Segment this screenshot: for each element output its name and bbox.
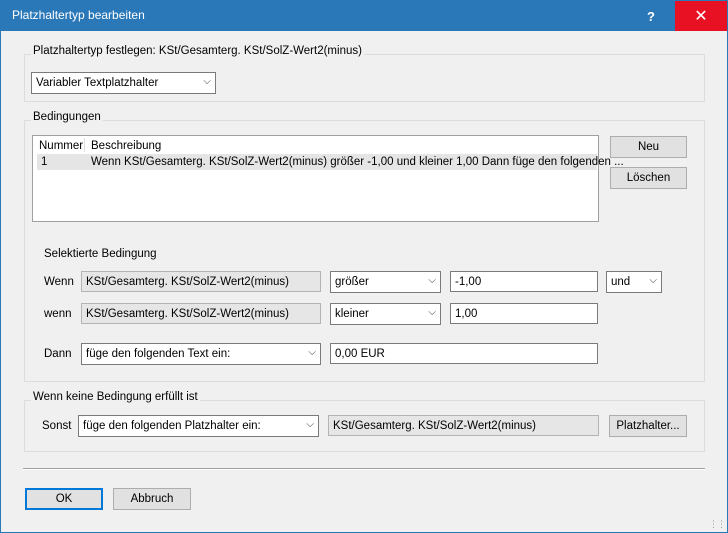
row-beschreibung: Wenn KSt/Gesamterg. KSt/SolZ-Wert2(minus… — [91, 156, 624, 168]
chevron-down-icon: ⌵ — [308, 347, 316, 358]
column-header-beschreibung[interactable]: Beschreibung — [91, 140, 161, 152]
placeholder-type-value: Variabler Textplatzhalter — [36, 77, 159, 89]
help-icon: ? — [647, 8, 655, 24]
cancel-button[interactable]: Abbruch — [113, 488, 191, 510]
wenn-label: Wenn — [44, 276, 74, 288]
wenn-field-input[interactable]: KSt/Gesamterg. KSt/SolZ-Wert2(minus) — [81, 271, 321, 292]
dann-label: Dann — [44, 348, 72, 360]
else-group-label: Wenn keine Bedingung erfüllt ist — [31, 391, 200, 403]
else-placeholder-input[interactable]: KSt/Gesamterg. KSt/SolZ-Wert2(minus) — [328, 415, 599, 436]
value-input-2[interactable]: 1,00 — [450, 303, 598, 324]
connector-select[interactable]: und ⌵ — [606, 271, 662, 293]
selected-condition-heading: Selektierte Bedingung — [44, 248, 157, 260]
operator-select-1[interactable]: größer ⌵ — [330, 271, 441, 293]
window-title: Platzhaltertyp bearbeiten — [12, 8, 145, 22]
placeholder-button[interactable]: Platzhalter... — [609, 415, 687, 437]
delete-button[interactable]: Löschen — [610, 167, 687, 189]
close-button[interactable]: ✕ — [675, 1, 727, 31]
chevron-down-icon: ⌵ — [306, 419, 314, 430]
dann-action-value: füge den folgenden Text ein: — [86, 348, 231, 360]
row-nummer: 1 — [41, 156, 48, 168]
chevron-down-icon: ⌵ — [203, 76, 211, 87]
dann-action-select[interactable]: füge den folgenden Text ein: ⌵ — [81, 343, 321, 365]
resize-grip-icon[interactable]: ⋮⋮ — [709, 519, 726, 530]
sonst-label: Sonst — [42, 420, 72, 432]
operator-select-2[interactable]: kleiner ⌵ — [330, 303, 441, 325]
wenn2-label: wenn — [44, 308, 72, 320]
connector-value: und — [611, 276, 631, 288]
else-action-select[interactable]: füge den folgenden Platzhalter ein: ⌵ — [78, 415, 319, 437]
close-icon: ✕ — [694, 8, 708, 25]
conditions-group-label: Bedingungen — [31, 111, 103, 123]
column-divider — [84, 138, 85, 152]
help-button[interactable]: ? — [628, 1, 674, 31]
else-action-value: füge den folgenden Platzhalter ein: — [83, 420, 261, 432]
ok-button[interactable]: OK — [25, 488, 103, 510]
new-button[interactable]: Neu — [610, 136, 687, 158]
chevron-down-icon: ⌵ — [649, 275, 657, 286]
define-label: Platzhaltertyp festlegen: KSt/Gesamterg.… — [31, 45, 364, 57]
placeholder-type-select[interactable]: Variabler Textplatzhalter ⌵ — [31, 72, 216, 94]
chevron-down-icon: ⌵ — [428, 275, 436, 286]
dann-text-input[interactable]: 0,00 EUR — [330, 343, 598, 364]
operator-value-2: kleiner — [335, 308, 369, 320]
value-input-1[interactable]: -1,00 — [450, 271, 598, 292]
footer-divider — [23, 468, 705, 470]
operator-value-1: größer — [335, 276, 369, 288]
column-header-nummer[interactable]: Nummer — [39, 140, 83, 152]
wenn2-field-input[interactable]: KSt/Gesamterg. KSt/SolZ-Wert2(minus) — [81, 303, 321, 324]
chevron-down-icon: ⌵ — [428, 307, 436, 318]
